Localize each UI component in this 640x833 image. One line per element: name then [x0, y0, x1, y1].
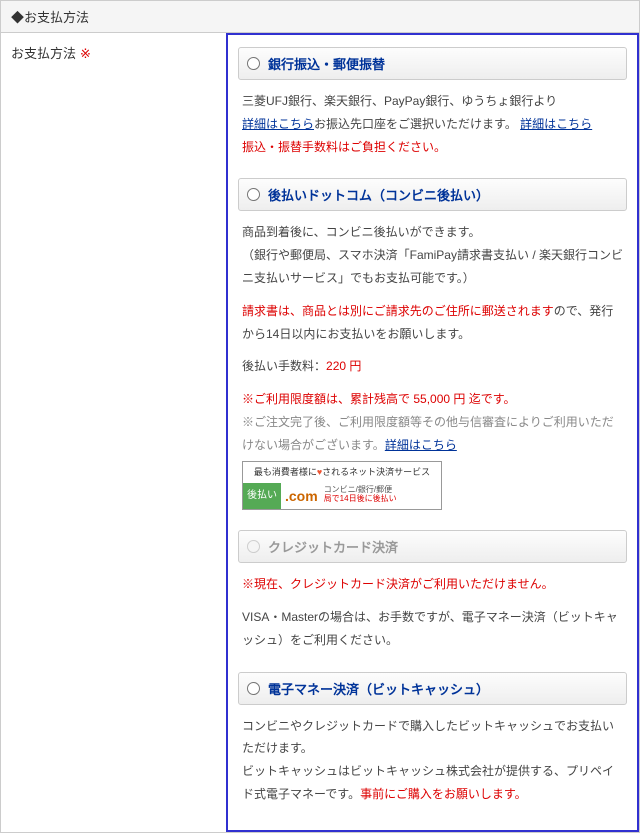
text: 事前にご購入をお願いします。: [360, 787, 527, 801]
text-line: 三菱UFJ銀行、楽天銀行、PayPay銀行、ゆうちょ銀行より: [242, 90, 623, 113]
payment-option-radio[interactable]: [247, 188, 260, 201]
payment-option-radio[interactable]: [247, 57, 260, 70]
text: 三菱UFJ銀行、楽天銀行、PayPay銀行、ゆうちょ銀行より: [242, 94, 557, 108]
text: 55,000 円: [413, 392, 465, 406]
detail-link[interactable]: 詳細はこちら: [520, 117, 592, 131]
text: ※現在、クレジットカード決済がご利用いただけません。: [242, 577, 554, 591]
heart-icon: ♥: [317, 467, 322, 477]
text-line: 請求書は、商品とは別にご請求先のご住所に郵送されますので、発行から14日以内にお…: [242, 300, 623, 346]
text: ※ご利用限度額は、累計残高で: [242, 392, 413, 406]
section-body: お支払方法 ※ 銀行振込・郵便振替三菱UFJ銀行、楽天銀行、PayPay銀行、ゆう…: [1, 33, 639, 832]
text-line: コンビニやクレジットカードで購入したビットキャッシュでお支払いただけます。: [242, 715, 623, 761]
text: 後払い手数料：: [242, 359, 326, 373]
required-mark: ※: [80, 46, 91, 61]
field-label-col: お支払方法 ※: [1, 33, 226, 832]
detail-link[interactable]: 詳細はこちら: [242, 117, 314, 131]
text-line: 詳細はこちらお振込先口座をご選択いただけます。 詳細はこちら: [242, 113, 623, 136]
text-line: （銀行や郵便局、スマホ決済「FamiPay請求書支払い / 楽天銀行コンビニ支払…: [242, 244, 623, 290]
text-line: ビットキャッシュはビットキャッシュ株式会社が提供する、プリペイド式電子マネーです…: [242, 760, 623, 806]
payment-option-label: 電子マネー決済（ビットキャッシュ）: [268, 679, 489, 698]
payment-option-head[interactable]: 後払いドットコム（コンビニ後払い）: [238, 178, 627, 211]
text-line: 商品到着後に、コンビニ後払いができます。: [242, 221, 623, 244]
payment-option-body: ※現在、クレジットカード決済がご利用いただけません。 VISA・Masterの場合…: [238, 563, 627, 667]
badge-icon: 後払い: [243, 483, 281, 510]
payment-option-body: コンビニやクレジットカードで購入したビットキャッシュでお支払いただけます。ビット…: [238, 705, 627, 822]
text: コンビニやクレジットカードで購入したビットキャッシュでお支払いただけます。: [242, 719, 614, 756]
text-line: ※ご注文完了後、ご利用限度額等その他与信審査によりご利用いただけない場合がござい…: [242, 411, 623, 457]
text: 請求書は、商品とは別にご請求先のご住所に郵送されます: [242, 304, 554, 318]
text: （銀行や郵便局、スマホ決済「FamiPay請求書支払い / 楽天銀行コンビニ支払…: [242, 248, 623, 285]
text: 迄です。: [465, 392, 515, 406]
text-line: ※ご利用限度額は、累計残高で 55,000 円 迄です。: [242, 388, 623, 411]
badge-bottom: 後払い.comコンビニ/銀行/郵便局で14日後に後払い: [243, 483, 441, 510]
payment-methods-panel: 銀行振込・郵便振替三菱UFJ銀行、楽天銀行、PayPay銀行、ゆうちょ銀行より詳…: [226, 33, 639, 832]
payment-option-body: 三菱UFJ銀行、楽天銀行、PayPay銀行、ゆうちょ銀行より詳細はこちらお振込先…: [238, 80, 627, 174]
text: 商品到着後に、コンビニ後払いができます。: [242, 225, 480, 239]
badge-top: 最も消費者様に♥されるネット決済サービス: [243, 462, 441, 483]
text: 振込・振替手数料はご負担ください。: [242, 140, 446, 154]
detail-link[interactable]: 詳細はこちら: [385, 438, 457, 452]
payment-option-head: クレジットカード決済: [238, 530, 627, 563]
badge-com: .com: [281, 483, 322, 510]
payment-option-label: 後払いドットコム（コンビニ後払い）: [268, 185, 489, 204]
payment-option-label: 銀行振込・郵便振替: [268, 54, 385, 73]
payment-option-radio: [247, 540, 260, 553]
text: VISA・Masterの場合は、お手数ですが、電子マネー決済（ビットキャッシュ）…: [242, 610, 618, 647]
section-title: ◆お支払方法: [1, 1, 639, 33]
badge-desc: コンビニ/銀行/郵便局で14日後に後払い: [322, 483, 441, 510]
text-line: 振込・振替手数料はご負担ください。: [242, 136, 623, 159]
text-line: 後払い手数料：220 円: [242, 355, 623, 378]
text: 220 円: [326, 359, 361, 373]
payment-option-label: クレジットカード決済: [268, 537, 398, 556]
payment-option-head[interactable]: 電子マネー決済（ビットキャッシュ）: [238, 672, 627, 705]
text-line: ※現在、クレジットカード決済がご利用いただけません。: [242, 573, 623, 596]
payment-option-head[interactable]: 銀行振込・郵便振替: [238, 47, 627, 80]
text: お振込先口座をご選択いただけます。: [314, 117, 517, 131]
payment-option-radio[interactable]: [247, 682, 260, 695]
payment-section: ◆お支払方法 お支払方法 ※ 銀行振込・郵便振替三菱UFJ銀行、楽天銀行、PayP…: [0, 0, 640, 833]
payment-option-body: 商品到着後に、コンビニ後払いができます。 （銀行や郵便局、スマホ決済「FamiPa…: [238, 211, 627, 526]
atobarai-badge: 最も消費者様に♥されるネット決済サービス後払い.comコンビニ/銀行/郵便局で1…: [242, 461, 442, 511]
text-line: VISA・Masterの場合は、お手数ですが、電子マネー決済（ビットキャッシュ）…: [242, 606, 623, 652]
field-label: お支払方法: [11, 46, 76, 61]
